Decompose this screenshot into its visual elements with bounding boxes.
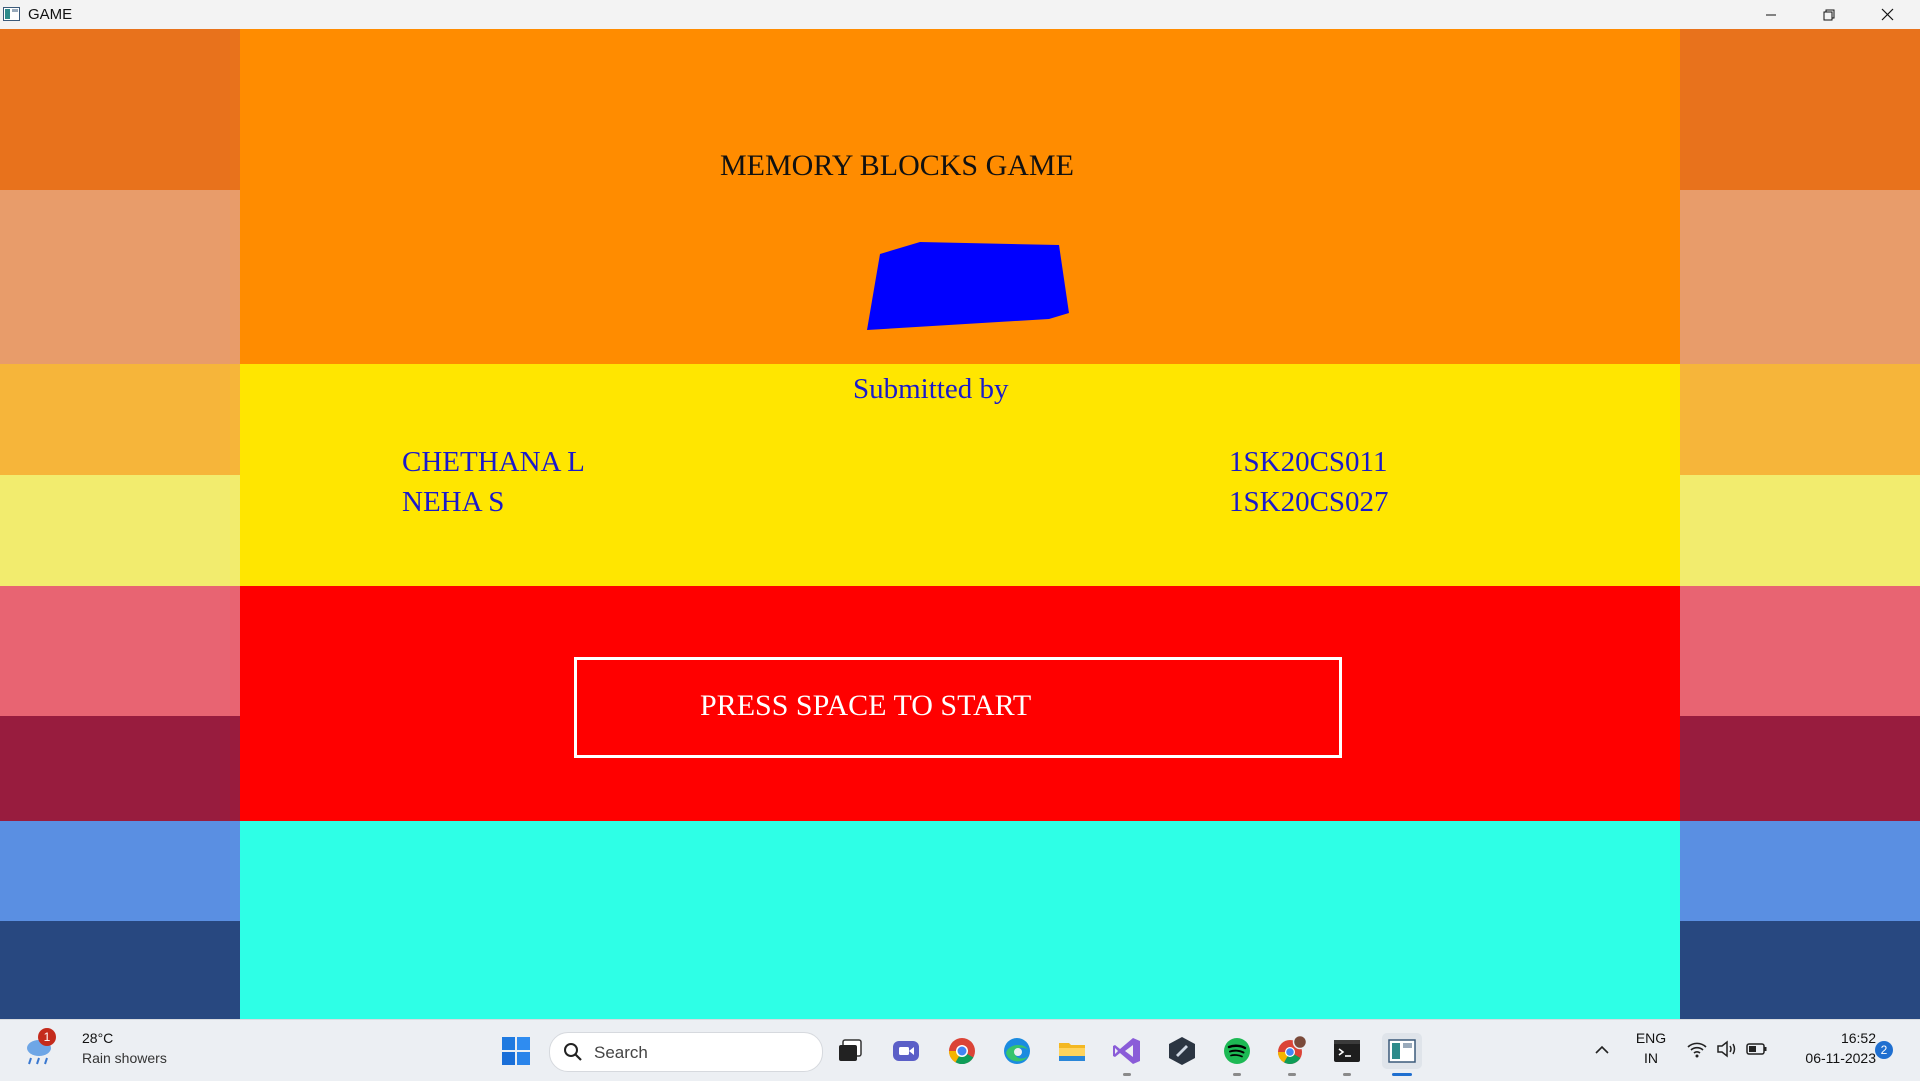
volume-icon	[1717, 1040, 1736, 1058]
restore-button[interactable]	[1800, 0, 1858, 29]
chrome-profile-button[interactable]	[1274, 1033, 1310, 1069]
memory-block-shape	[867, 242, 1069, 330]
visual-studio-button[interactable]	[1109, 1033, 1145, 1069]
weather-badge-count: 1	[43, 1030, 51, 1044]
teams-meet-button[interactable]	[888, 1033, 924, 1069]
clock-time: 16:52	[1840, 1030, 1876, 1046]
clock-date: 06-11-2023	[1805, 1050, 1876, 1066]
memory-block	[867, 242, 1069, 330]
game-title: MEMORY BLOCKS GAME	[720, 149, 1074, 182]
terminal-icon	[1334, 1040, 1360, 1062]
spotify-icon	[1224, 1038, 1250, 1064]
notification-badge[interactable]: 2	[1875, 1041, 1893, 1059]
language-indicator[interactable]: ENG IN	[1630, 1030, 1672, 1072]
window-title-bar[interactable]: GAME	[0, 0, 1920, 30]
weather-widget[interactable]: 1 28°C Rain showers	[18, 1020, 168, 1080]
teams-meet-icon	[893, 1041, 919, 1061]
battery-icon	[1746, 1043, 1767, 1055]
dark-app-icon	[1169, 1037, 1195, 1065]
close-button[interactable]	[1858, 0, 1916, 29]
running-indicator-game-window	[1392, 1073, 1412, 1076]
side-stripe-left-2	[0, 190, 240, 364]
search-placeholder: Search	[594, 1043, 648, 1062]
wifi-icon	[1687, 1042, 1707, 1058]
member-name-2: NEHA S	[402, 486, 505, 518]
file-explorer-button[interactable]	[1054, 1033, 1090, 1069]
side-stripe-right-1	[1680, 29, 1920, 190]
chrome-profile-icon	[1278, 1035, 1308, 1065]
game-window-button[interactable]	[1382, 1033, 1422, 1069]
file-explorer-icon	[1059, 1043, 1085, 1061]
chrome-button[interactable]	[944, 1033, 980, 1069]
edge-button[interactable]	[999, 1033, 1035, 1069]
side-stripe-left-5	[0, 586, 240, 716]
side-stripe-right-7	[1680, 821, 1920, 921]
side-stripe-left-4	[0, 475, 240, 586]
weather-temperature: 28°C	[82, 1030, 114, 1046]
network-volume-battery-group[interactable]	[1682, 1037, 1770, 1063]
game-canvas[interactable]: MEMORY BLOCKS GAME Submitted by CHETHANA…	[0, 29, 1920, 1019]
side-stripe-right-6	[1680, 716, 1920, 821]
weather-badge: 1	[38, 1028, 56, 1046]
language-region: IN	[1644, 1050, 1658, 1066]
chevron-up-icon	[1595, 1045, 1609, 1054]
member-usn-1: 1SK20CS011	[1229, 446, 1388, 478]
member-name-1: CHETHANA L	[402, 446, 585, 478]
visual-studio-icon	[1113, 1038, 1140, 1064]
search-icon	[564, 1043, 582, 1061]
side-stripe-left-6	[0, 716, 240, 821]
window-title: GAME	[28, 6, 73, 23]
game-window-icon	[1388, 1039, 1416, 1063]
notification-count: 2	[1880, 1043, 1888, 1057]
task-view-icon	[839, 1039, 862, 1061]
taskbar-search[interactable]: Search	[549, 1032, 823, 1072]
edge-icon	[1004, 1038, 1030, 1064]
close-icon	[1881, 8, 1893, 21]
app-window-icon	[3, 7, 20, 21]
side-stripe-left-8	[0, 921, 240, 1019]
show-hidden-icons-button[interactable]	[1590, 1038, 1614, 1062]
running-indicator-terminal	[1343, 1073, 1351, 1076]
start-button[interactable]	[498, 1033, 534, 1069]
side-stripe-right-4	[1680, 475, 1920, 586]
side-stripe-right-8	[1680, 921, 1920, 1019]
running-indicator-visual-studio	[1123, 1073, 1131, 1076]
submitted-by-label: Submitted by	[853, 373, 1009, 405]
start-prompt-text: PRESS SPACE TO START	[700, 689, 1032, 722]
language-code: ENG	[1635, 1030, 1667, 1046]
side-stripe-right-5	[1680, 586, 1920, 716]
side-stripe-left-3	[0, 364, 240, 475]
terminal-button[interactable]	[1329, 1033, 1365, 1069]
minimize-button[interactable]	[1742, 0, 1800, 29]
bottom-band	[240, 821, 1680, 1019]
weather-condition: Rain showers	[82, 1050, 167, 1066]
task-view-button[interactable]	[832, 1033, 868, 1069]
taskbar: 1 28°C Rain showers Search ENG IN 16:52 …	[0, 1019, 1920, 1081]
restore-icon	[1823, 9, 1835, 20]
side-stripe-left-7	[0, 821, 240, 921]
side-stripe-left-1	[0, 29, 240, 190]
side-stripe-right-2	[1680, 190, 1920, 364]
clock[interactable]: 16:52 06-11-2023	[1780, 1030, 1876, 1072]
side-stripe-right-3	[1680, 364, 1920, 475]
running-indicator-spotify	[1233, 1073, 1241, 1076]
dark-app-button[interactable]	[1164, 1033, 1200, 1069]
chrome-icon	[948, 1038, 975, 1065]
spotify-button[interactable]	[1219, 1033, 1255, 1069]
member-usn-2: 1SK20CS027	[1229, 486, 1389, 518]
minimize-icon	[1766, 14, 1776, 15]
running-indicator-chrome-profile	[1288, 1073, 1296, 1076]
windows-start-icon	[502, 1037, 530, 1065]
